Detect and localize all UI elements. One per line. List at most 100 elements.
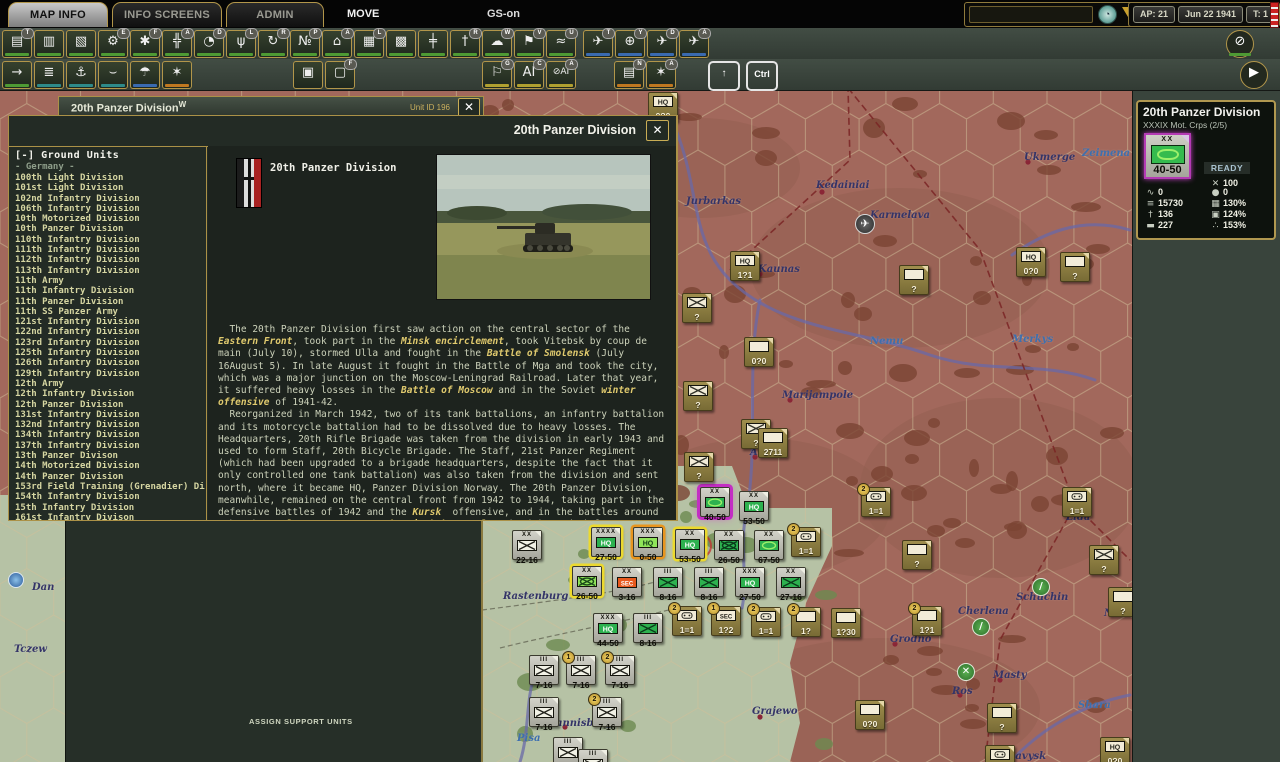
pages-icon[interactable]: ▧ xyxy=(66,30,96,58)
shift-key[interactable]: ↑ xyxy=(708,61,740,91)
unit-list-item[interactable]: 106th Infantry Division xyxy=(15,204,206,214)
selected-unit-counter[interactable]: XX 40-50 xyxy=(1144,133,1191,179)
message-input[interactable] xyxy=(969,6,1093,23)
german-unit-counter[interactable]: III7-16 xyxy=(578,749,608,762)
soviet-unit-counter[interactable]: 0?0 xyxy=(744,337,774,367)
copy-page-icon[interactable]: ▥ xyxy=(34,30,64,58)
objective-icon[interactable]: ✕ xyxy=(957,663,975,681)
unit-list-item[interactable]: 15th Infantry Division xyxy=(15,503,206,513)
bridge-icon[interactable]: ╬A xyxy=(162,30,192,58)
soviet-unit-counter[interactable]: 1=12 xyxy=(751,607,781,637)
port-icon[interactable] xyxy=(8,572,24,588)
gears-icon[interactable]: ⚙E xyxy=(98,30,128,58)
soviet-unit-counter[interactable]: 1=12 xyxy=(791,527,821,557)
unit-list-item[interactable]: 161st Infantry Divison xyxy=(15,513,206,520)
german-unit-counter[interactable]: XX40-50 xyxy=(700,487,730,517)
notes-icon[interactable]: ▤N xyxy=(614,61,644,89)
german-unit-counter[interactable]: XXXXHQ27-50 xyxy=(591,527,621,557)
unit-list-item[interactable]: 12th Army xyxy=(15,379,206,389)
soviet-unit-counter[interactable]: ? xyxy=(899,265,929,295)
unit-list-item[interactable]: 11th Panzer Division xyxy=(15,297,206,307)
refresh-icon[interactable]: ↻R xyxy=(258,30,288,58)
gs-toggle-label[interactable]: GS-on xyxy=(487,0,520,28)
ai-off-icon[interactable]: ⊘AIA xyxy=(546,61,576,89)
radio-icon[interactable]: ψL xyxy=(226,30,256,58)
factory-icon[interactable]: ▦L xyxy=(354,30,384,58)
soviet-unit-counter[interactable]: 1?2 xyxy=(791,607,821,637)
river-barge-icon[interactable]: ⌣ xyxy=(98,61,128,89)
soviet-unit-counter[interactable]: HQ1?1 xyxy=(730,251,760,281)
unit-list-item[interactable]: 137th Infantry Division xyxy=(15,441,206,451)
unit-list-item[interactable]: 14th Motorized Division xyxy=(15,461,206,471)
victory-flag-icon[interactable]: ⚑V xyxy=(514,30,544,58)
german-unit-counter[interactable]: XX22-16 xyxy=(512,530,542,560)
soviet-unit-counter[interactable]: ? xyxy=(985,745,1015,762)
german-unit-counter[interactable]: III8-16 xyxy=(633,613,663,643)
soviet-unit-counter[interactable]: 1=12 xyxy=(861,487,891,517)
german-unit-counter[interactable]: III8-16 xyxy=(653,567,683,597)
gear-burst-icon[interactable]: ✱F xyxy=(130,30,160,58)
orders-icon[interactable]: ▤T xyxy=(2,30,32,58)
german-unit-counter[interactable]: III8-16 xyxy=(694,567,724,597)
weather-icon[interactable]: ☁W xyxy=(482,30,512,58)
air-target-icon[interactable]: ⊕Y xyxy=(615,30,645,58)
unit-list-item[interactable]: 112th Infantry Division xyxy=(15,255,206,265)
tab-admin[interactable]: ADMIN xyxy=(226,2,324,27)
tab-info-screens[interactable]: INFO SCREENS xyxy=(112,2,222,27)
unit-list-item[interactable]: 129th Infantry Division xyxy=(15,369,206,379)
tab-map-info[interactable]: MAP INFO xyxy=(8,2,108,27)
ai-on-icon[interactable]: AIC xyxy=(514,61,544,89)
objective-flag-icon[interactable]: ⚐G xyxy=(482,61,512,89)
unit-list-item[interactable]: 110th Infantry Division xyxy=(15,235,206,245)
air-assign-icon[interactable]: ✈A xyxy=(679,30,709,58)
container-icon[interactable]: ▢F xyxy=(325,61,355,89)
air-transfer-icon[interactable]: ✈T xyxy=(583,30,613,58)
unit-list-item[interactable]: 12th Infantry Division xyxy=(15,389,206,399)
soviet-unit-counter[interactable]: 1=1 xyxy=(1062,487,1092,517)
soviet-unit-counter[interactable]: ? xyxy=(902,540,932,570)
unit-list-item[interactable]: 10th Motorized Division xyxy=(15,214,206,224)
german-unit-counter[interactable]: XX26-50 xyxy=(714,530,744,560)
unit-list-item[interactable]: 134th Infantry Division xyxy=(15,430,206,440)
german-unit-counter[interactable]: XXSEC3-16 xyxy=(612,567,642,597)
unit-list-item[interactable]: 153rd Field Training (Grenadier) Di xyxy=(15,482,206,492)
unit-list-item[interactable]: 11th Army xyxy=(15,276,206,286)
soviet-unit-counter[interactable]: ? xyxy=(1060,252,1090,282)
supply-depot-icon[interactable]: / xyxy=(1032,578,1050,596)
signpost-icon[interactable]: †R xyxy=(450,30,480,58)
soviet-unit-counter[interactable]: ? xyxy=(987,703,1017,733)
unit-list-item[interactable]: 10th Panzer Division xyxy=(15,224,206,234)
soviet-unit-counter[interactable]: HQ0?0 xyxy=(1016,247,1046,277)
soviet-unit-counter[interactable]: 1=12 xyxy=(672,606,702,636)
unit-list-item[interactable]: 131st Infantry Division xyxy=(15,410,206,420)
mode-label[interactable]: MOVE xyxy=(347,0,379,28)
german-unit-counter[interactable]: III7-16 xyxy=(529,655,559,685)
soviet-unit-counter[interactable]: ? xyxy=(684,452,714,482)
formation-icon[interactable]: ▣ xyxy=(293,61,323,89)
unit-list-item[interactable]: 125th Infantry Division xyxy=(15,348,206,358)
calendar-icon[interactable]: ▩ xyxy=(386,30,416,58)
unit-list-item[interactable]: 14th Panzer Division xyxy=(15,472,206,482)
airdrop-icon[interactable]: ☂ xyxy=(130,61,160,89)
unit-list-item[interactable]: 11th Infantry Division xyxy=(15,286,206,296)
sea-transport-icon[interactable]: ⚓ xyxy=(66,61,96,89)
soviet-unit-counter[interactable]: HQ0?0 xyxy=(1100,737,1130,762)
german-unit-counter[interactable]: III7-16 xyxy=(529,697,559,727)
unit-list-item[interactable]: 100th Light Division xyxy=(15,173,206,183)
dig-in-icon[interactable]: ⊘ xyxy=(1226,30,1254,58)
unit-list-item[interactable]: 13th Panzer Divison xyxy=(15,451,206,461)
soviet-unit-counter[interactable]: 0?0 xyxy=(855,700,885,730)
soviet-unit-counter[interactable]: 1?12 xyxy=(912,606,942,636)
org-chart-icon[interactable]: ⌂A xyxy=(322,30,352,58)
unit-list-item[interactable]: 101st Light Division xyxy=(15,183,206,193)
attack-icon[interactable]: ✶A xyxy=(646,61,676,89)
unit-list-item[interactable]: 132nd Infantry Division xyxy=(15,420,206,430)
naval-waves-icon[interactable]: ≈U xyxy=(546,30,576,58)
air-doctrine-icon[interactable]: ✈D xyxy=(647,30,677,58)
german-unit-counter[interactable]: XXHQ53-50 xyxy=(739,491,769,521)
close-dialog-button[interactable]: ✕ xyxy=(646,120,669,141)
supply-depot-icon[interactable]: / xyxy=(972,618,990,636)
unit-list-item[interactable]: 126th Infantry Division xyxy=(15,358,206,368)
german-unit-counter[interactable]: XXXHQ0-50 xyxy=(633,527,663,557)
unit-list-item[interactable]: 12th Panzer Division xyxy=(15,400,206,410)
